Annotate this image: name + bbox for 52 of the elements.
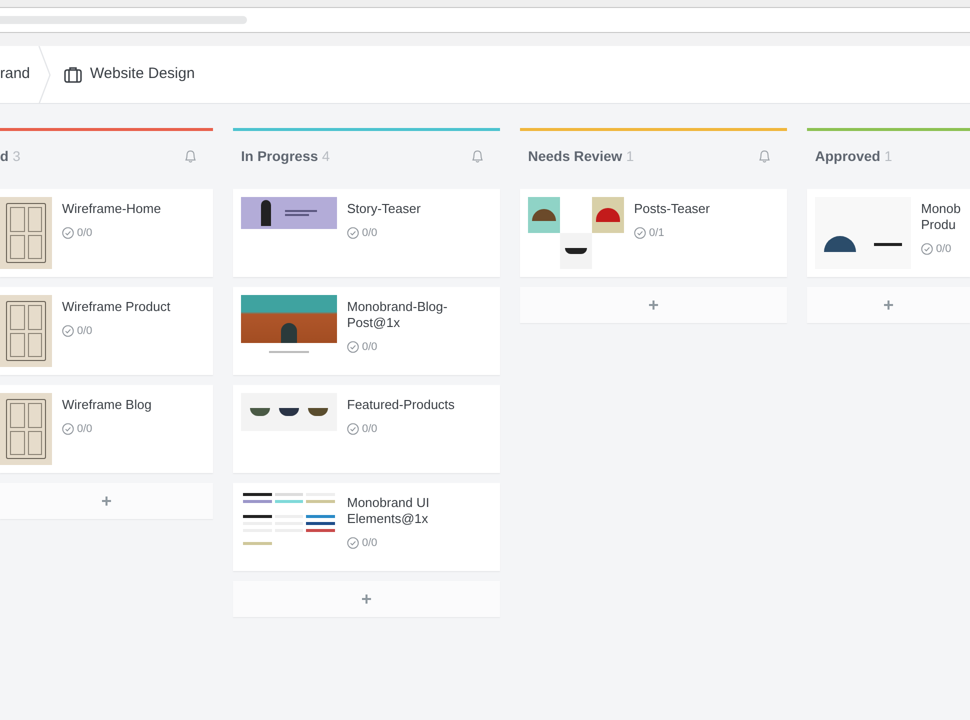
card-title: Story-Teaser	[347, 201, 422, 217]
column-title: Needs Review	[528, 146, 622, 166]
task-count: 0/0	[77, 422, 92, 437]
column-title: Approved	[815, 146, 880, 166]
card-title: Featured-Products	[347, 397, 456, 413]
bell-icon[interactable]	[758, 149, 771, 163]
task-count: 0/0	[362, 226, 378, 241]
task-count: 0/0	[936, 242, 952, 257]
breadcrumb-link[interactable]: Website Design	[60, 46, 195, 103]
check-circle-icon	[921, 243, 933, 256]
column-title: d	[0, 146, 9, 166]
check-circle-icon	[347, 227, 359, 240]
check-circle-icon	[347, 537, 359, 550]
task-count: 0/0	[362, 340, 378, 355]
thumbnail-placeholder	[0, 197, 52, 269]
task-count: 0/0	[77, 226, 92, 241]
check-circle-icon	[62, 423, 74, 436]
check-circle-icon	[62, 227, 74, 240]
check-circle-icon	[634, 227, 646, 240]
column-title: In Progress	[241, 146, 318, 166]
thumbnail-placeholder	[0, 393, 52, 465]
task-card[interactable]: Monobrand UI Elements@1x 0/0	[233, 483, 500, 571]
thumbnail-placeholder	[0, 295, 52, 367]
bell-icon[interactable]	[184, 149, 197, 163]
card-count: 1	[626, 146, 634, 166]
task-card[interactable]: Wireframe-Home 0/0	[0, 189, 213, 277]
check-circle-icon	[347, 341, 359, 354]
card-count: 3	[12, 146, 20, 166]
breadcrumb-link[interactable]: rand	[0, 46, 30, 103]
card-title: Posts-Teaser	[634, 201, 711, 217]
check-circle-icon	[62, 325, 74, 338]
task-card[interactable]: Wireframe Product 0/0	[0, 287, 213, 375]
card-count: 1	[884, 146, 892, 166]
task-card[interactable]: Posts-Teaser 0/1	[520, 189, 787, 277]
card-title: Wireframe-Home	[62, 201, 162, 217]
card-count: 4	[322, 146, 330, 166]
task-count: 0/0	[362, 536, 378, 551]
card-title: Wireframe Blog	[62, 397, 153, 413]
task-card[interactable]: Monobrand-Blog-Post@1x 0/0	[233, 287, 500, 375]
check-circle-icon	[347, 423, 359, 436]
task-card[interactable]: Story-Teaser 0/0	[233, 189, 500, 277]
card-title: Wireframe Product	[62, 299, 172, 315]
task-count: 0/0	[362, 422, 378, 437]
card-title: Monobrand-Blog-Post@1x	[347, 299, 448, 331]
task-card[interactable]: Featured-Products 0/0	[233, 385, 500, 473]
card-title: Monobrand UI Elements@1x	[347, 495, 430, 527]
bell-icon[interactable]	[471, 149, 484, 163]
card-title: Monob Produ	[921, 201, 962, 233]
task-count: 0/1	[649, 226, 664, 241]
task-card[interactable]: Wireframe Blog 0/0	[0, 385, 213, 473]
task-count: 0/0	[77, 324, 92, 339]
task-card[interactable]: Monob Produ 0/0	[807, 189, 970, 277]
